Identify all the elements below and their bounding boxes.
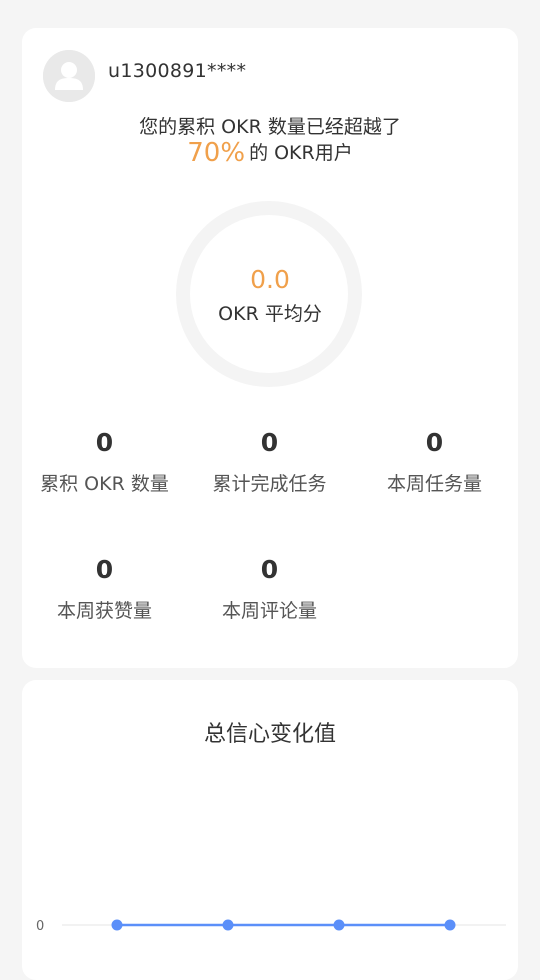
- okr-average-score: 0.0: [250, 265, 290, 294]
- stat-weekly-likes: 0 本周获赞量: [22, 555, 187, 623]
- okr-rank-suffix: 的 OKR用户: [249, 142, 353, 164]
- okr-rank-percent: 70%: [187, 138, 246, 168]
- confidence-chart-card: 总信心变化值 0: [22, 680, 518, 980]
- stat-label: 本周评论量: [221, 600, 317, 622]
- stat-value: 0: [260, 555, 279, 584]
- profile-card: u1300891**** 您的累积 OKR 数量已经超越了 70% 的 OKR用户…: [22, 28, 518, 668]
- data-point[interactable]: [333, 919, 345, 931]
- stat-value: 0: [95, 428, 114, 457]
- stat-total-okr: 0 累积 OKR 数量: [22, 428, 187, 496]
- stat-weekly-comments: 0 本周评论量: [187, 555, 352, 623]
- stat-label: 累计完成任务: [212, 473, 327, 495]
- data-point[interactable]: [111, 919, 123, 931]
- okr-average-score-label: OKR 平均分: [218, 303, 322, 325]
- user-avatar-icon: [43, 50, 95, 102]
- stat-value: 0: [95, 555, 114, 584]
- stat-value: 0: [425, 428, 444, 457]
- stat-weekly-tasks: 0 本周任务量: [352, 428, 517, 496]
- stat-label: 本周获赞量: [56, 600, 152, 622]
- score-ring: [176, 201, 362, 387]
- okr-rank-line: 70% 的 OKR用户: [22, 138, 518, 168]
- stat-value: 0: [260, 428, 279, 457]
- stat-label: 本周任务量: [386, 473, 482, 495]
- avatar[interactable]: [43, 50, 95, 102]
- stat-label: 累积 OKR 数量: [40, 473, 169, 495]
- stat-completed-tasks: 0 累计完成任务: [187, 428, 352, 496]
- okr-rank-headline: 您的累积 OKR 数量已经超越了: [139, 116, 401, 138]
- y-tick-label: 0: [36, 919, 44, 934]
- confidence-line-chart: 0: [36, 919, 506, 934]
- username: u1300891****: [108, 60, 247, 82]
- data-point[interactable]: [444, 919, 456, 931]
- data-point[interactable]: [222, 919, 234, 931]
